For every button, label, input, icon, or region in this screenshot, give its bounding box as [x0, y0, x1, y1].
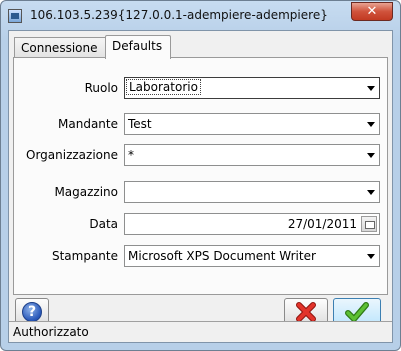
window-title: 106.103.5.239{127.0.0.1-adempiere-adempi… — [30, 8, 328, 22]
app-icon — [8, 9, 22, 23]
chevron-down-icon — [367, 153, 375, 158]
chevron-down-icon — [367, 254, 375, 259]
mandante-value: Test — [128, 117, 152, 131]
chevron-down-icon — [367, 86, 375, 91]
organizzazione-select[interactable]: * — [124, 144, 380, 166]
calendar-icon[interactable] — [361, 216, 377, 232]
data-date-field[interactable]: 27/01/2011 — [124, 213, 380, 235]
data-label: Data — [89, 217, 118, 231]
defaults-panel: Ruolo Laboratorio Mandante Test Organizz… — [13, 57, 388, 295]
help-icon: ? — [22, 302, 42, 322]
chevron-down-icon — [367, 122, 375, 127]
data-value: 27/01/2011 — [287, 217, 357, 231]
green-check-icon — [345, 302, 369, 322]
organizzazione-value: * — [128, 148, 134, 162]
ruolo-value: Laboratorio — [126, 79, 201, 95]
ruolo-select[interactable]: Laboratorio — [124, 77, 380, 99]
stampante-select[interactable]: Microsoft XPS Document Writer — [124, 245, 380, 267]
magazzino-label: Magazzino — [54, 185, 118, 199]
red-x-icon — [296, 302, 316, 322]
magazzino-select[interactable] — [124, 181, 380, 203]
button-bar: ? — [9, 295, 392, 326]
login-dialog-window: 106.103.5.239{127.0.0.1-adempiere-adempi… — [0, 0, 401, 351]
title-bar: 106.103.5.239{127.0.0.1-adempiere-adempi… — [1, 1, 400, 31]
status-bar: Authorizzato — [9, 321, 392, 342]
stampante-value: Microsoft XPS Document Writer — [128, 249, 316, 263]
mandante-select[interactable]: Test — [124, 113, 380, 135]
stampante-label: Stampante — [51, 249, 118, 263]
ruolo-label: Ruolo — [84, 81, 118, 95]
chevron-down-icon — [367, 190, 375, 195]
tab-defaults[interactable]: Defaults — [105, 35, 171, 59]
close-button[interactable]: ✕ — [351, 2, 393, 21]
tab-connessione[interactable]: Connessione — [14, 37, 106, 57]
organizzazione-label: Organizzazione — [26, 148, 118, 162]
dialog-client-area: Connessione Defaults Ruolo Laboratorio M… — [8, 30, 393, 343]
mandante-label: Mandante — [58, 117, 118, 131]
status-text: Authorizzato — [13, 325, 89, 339]
